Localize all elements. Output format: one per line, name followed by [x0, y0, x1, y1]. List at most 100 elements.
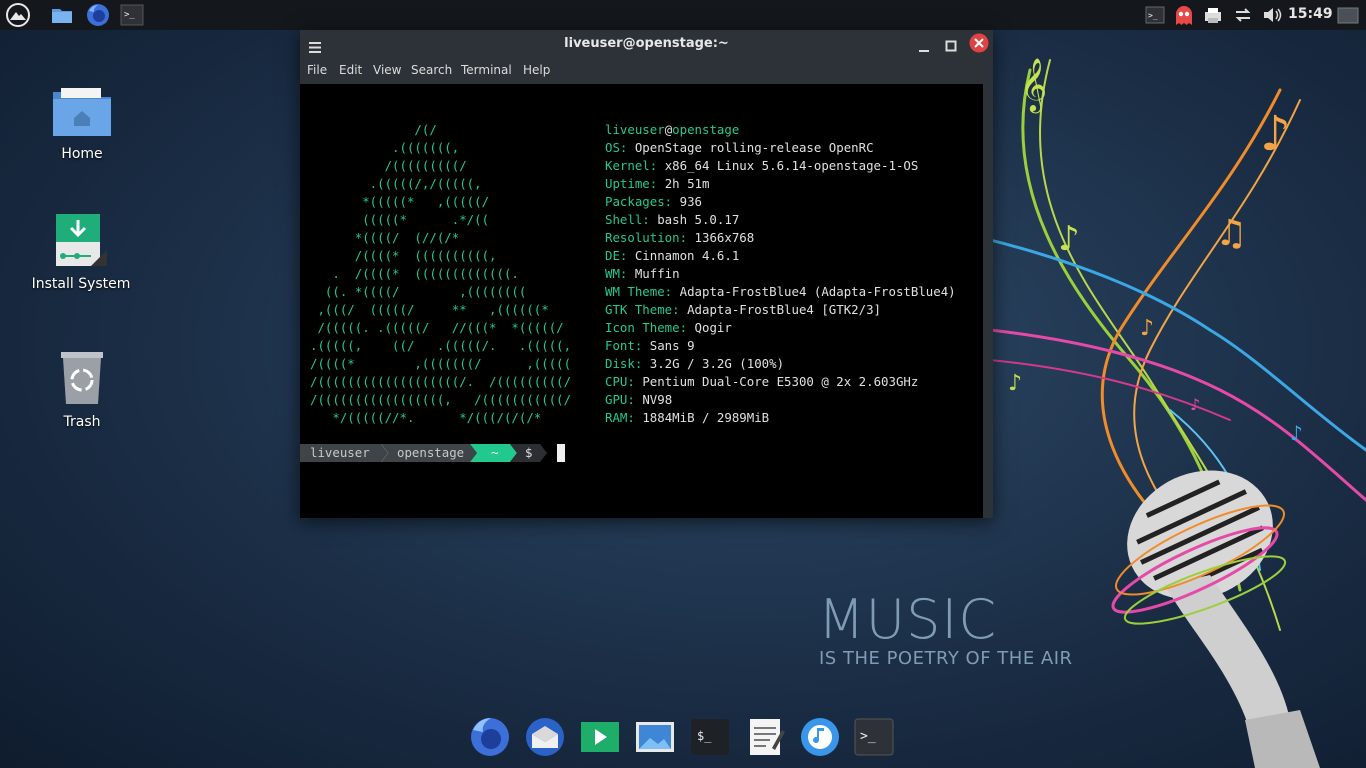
- dock-terminal[interactable]: >_: [853, 716, 895, 758]
- info-line: DE: Cinnamon 4.6.1: [605, 247, 739, 265]
- info-line: Shell: bash 5.0.17: [605, 211, 739, 229]
- info-key: Shell:: [605, 212, 658, 227]
- ascii-line: /(((((((((/: [310, 158, 467, 173]
- dock-firefox[interactable]: [469, 716, 511, 758]
- ascii-line: /(((((((((((((((((((/. /(((((((((/: [310, 374, 572, 389]
- info-header: liveuser@openstage: [605, 121, 739, 139]
- svg-text:𝄞: 𝄞: [1020, 57, 1047, 113]
- info-line: RAM: 1884MiB / 2989MiB: [605, 409, 769, 427]
- svg-text:♪: ♪: [1140, 316, 1154, 341]
- info-key: DE:: [605, 248, 635, 263]
- network-icon[interactable]: [1231, 3, 1255, 27]
- info-value: bash 5.0.17: [657, 212, 740, 227]
- title-bar[interactable]: liveuser@openstage:~: [300, 30, 993, 58]
- menu-bar: File Edit View Search Terminal Help: [300, 58, 993, 84]
- thunderbird-icon: [526, 718, 564, 756]
- desktop-icon-label: Install System: [31, 276, 131, 292]
- close-icon[interactable]: [969, 33, 989, 57]
- terminal-icon[interactable]: >_: [120, 3, 144, 27]
- info-value: Muffin: [634, 266, 680, 281]
- trash-icon: [61, 352, 103, 404]
- menu-help[interactable]: Help: [523, 63, 550, 77]
- ascii-line: ((. *((((/ ,((((((((: [310, 284, 527, 299]
- ascii-line: *(((((* ,(((((/: [310, 194, 490, 209]
- desktop-icon-home[interactable]: Home: [17, 86, 147, 162]
- menu-search[interactable]: Search: [411, 63, 452, 77]
- terminal-icon: >_: [854, 718, 894, 756]
- ascii-line: /(((((. .(((((/ //(((* *(((((/: [310, 320, 564, 335]
- dock-music-player[interactable]: [799, 716, 841, 758]
- info-user: liveuser: [605, 122, 665, 137]
- printer-icon[interactable]: [1201, 3, 1225, 27]
- ascii-line: .(((((, ((/ .(((((/. .(((((,: [310, 338, 572, 353]
- ascii-line: ,(((/ (((((/ ** ,((((((*: [310, 302, 549, 317]
- menu-view[interactable]: View: [373, 63, 401, 77]
- menu-file[interactable]: File: [307, 63, 327, 77]
- info-line: CPU: Pentium Dual-Core E5300 @ 2x 2.603G…: [605, 373, 918, 391]
- terminal-window[interactable]: liveuser@openstage:~ File Edit View Sear…: [300, 30, 993, 518]
- info-host: openstage: [672, 122, 740, 137]
- svg-text:>_: >_: [1148, 11, 1158, 20]
- svg-text:♫: ♫: [1215, 213, 1247, 254]
- wallpaper-subtitle: IS THE POETRY OF THE AIR: [819, 648, 1073, 669]
- info-key: Uptime:: [605, 176, 665, 191]
- ascii-line: *((((/ (//(/*: [310, 230, 460, 245]
- ascii-line: . /((((* (((((((((((((.: [310, 266, 519, 281]
- maximize-icon[interactable]: [945, 37, 957, 56]
- desktop-icon-install-system[interactable]: Install System: [16, 212, 146, 292]
- info-key: Font:: [605, 338, 650, 353]
- info-key: WM:: [605, 266, 635, 281]
- terminal-app-icon: $_: [691, 719, 729, 755]
- top-panel: >_ >_ 15:49: [0, 0, 1366, 30]
- home-folder-icon: [53, 88, 111, 136]
- firefox-icon[interactable]: [86, 3, 110, 27]
- dock-thunderbird[interactable]: [524, 716, 566, 758]
- info-line: WM: Muffin: [605, 265, 680, 283]
- volume-icon[interactable]: [1260, 3, 1284, 27]
- svg-text:♪: ♪: [1190, 395, 1200, 414]
- info-value: Adapta-FrostBlue4 (Adapta-FrostBlue4): [679, 284, 956, 299]
- info-key: GPU:: [605, 392, 643, 407]
- scrollbar[interactable]: [983, 84, 993, 518]
- info-value: x86_64 Linux 5.6.14-openstage-1-OS: [664, 158, 919, 173]
- info-key: OS:: [605, 140, 635, 155]
- info-value: 2h 51m: [664, 176, 710, 191]
- info-line: Uptime: 2h 51m: [605, 175, 709, 193]
- menu-edit[interactable]: Edit: [339, 63, 362, 77]
- dock-media-player[interactable]: [579, 716, 621, 758]
- info-line: WM Theme: Adapta-FrostBlue4 (Adapta-Fros…: [605, 283, 956, 301]
- dock-image-viewer[interactable]: [634, 716, 676, 758]
- info-line: Font: Sans 9: [605, 337, 695, 355]
- svg-text:♪: ♪: [1290, 421, 1303, 445]
- info-value: Cinnamon 4.6.1: [634, 248, 740, 263]
- info-key: RAM:: [605, 410, 643, 425]
- info-line: Disk: 3.2G / 3.2G (100%): [605, 355, 784, 373]
- info-value: 3.2G / 3.2G (100%): [649, 356, 785, 371]
- terminal-output[interactable]: /(/ .(((((((, /(((((((((/ .(((((/,/(((((…: [300, 84, 983, 518]
- window-title: liveuser@openstage:~: [564, 36, 729, 51]
- info-key: CPU:: [605, 374, 643, 389]
- info-value: 1884MiB / 2989MiB: [642, 410, 770, 425]
- image-viewer-icon: [636, 722, 674, 752]
- wallpaper-title: MUSIC: [818, 588, 998, 651]
- menu-logo-icon[interactable]: [6, 3, 30, 27]
- music-player-icon: [801, 718, 839, 756]
- file-manager-icon[interactable]: [50, 3, 74, 27]
- ascii-logo: /(/ .(((((((, /(((((((((/ .(((((/,/(((((…: [310, 121, 571, 427]
- ascii-line: /(/: [310, 122, 437, 137]
- workspace-icon[interactable]: [1336, 3, 1360, 27]
- info-value: OpenStage rolling-release OpenRC: [634, 140, 874, 155]
- svg-text:$_: $_: [697, 729, 712, 743]
- terminal-icon[interactable]: >_: [1143, 3, 1167, 27]
- dock-terminal-app[interactable]: $_: [689, 716, 731, 758]
- svg-text:>_: >_: [860, 729, 876, 744]
- info-line: Resolution: 1366x768: [605, 229, 754, 247]
- firefox-icon: [471, 718, 509, 756]
- minimize-icon[interactable]: [918, 38, 930, 57]
- ghost-icon[interactable]: [1172, 3, 1196, 27]
- clock[interactable]: 15:49: [1288, 6, 1333, 22]
- desktop-icon-trash[interactable]: Trash: [17, 350, 147, 430]
- svg-text:♪: ♪: [1008, 371, 1022, 396]
- dock-text-editor[interactable]: [744, 716, 786, 758]
- menu-terminal[interactable]: Terminal: [461, 63, 512, 77]
